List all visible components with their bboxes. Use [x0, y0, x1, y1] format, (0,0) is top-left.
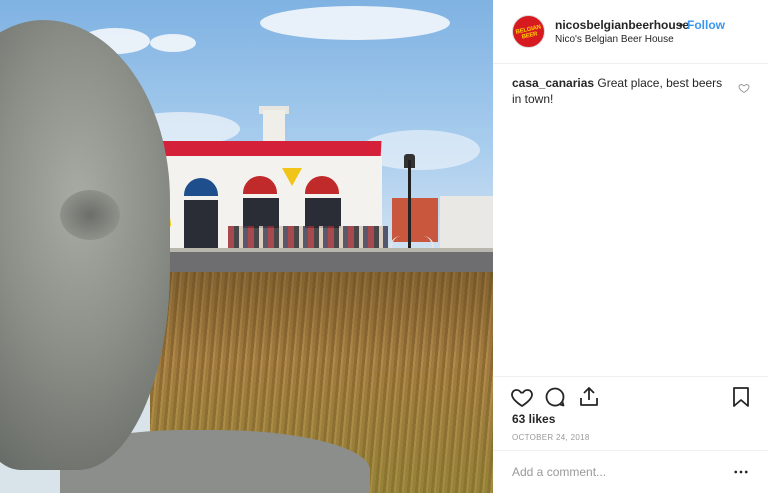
building-door	[243, 198, 279, 228]
post-header: BELGIAN BEER nicosbelgianbeerhouse • Fol…	[493, 0, 768, 64]
comment-input[interactable]	[512, 463, 722, 481]
stone-head-sculpture	[0, 20, 170, 470]
post-date: OCTOBER 24, 2018	[512, 433, 590, 442]
post-photo[interactable]	[0, 0, 493, 493]
bookmark-icon[interactable]	[729, 385, 753, 409]
separator-dot: •	[679, 18, 684, 32]
comment-heart-icon[interactable]	[738, 82, 750, 94]
adjacent-building	[440, 196, 493, 252]
comment-bubble-icon[interactable]	[543, 385, 567, 409]
action-bar	[493, 376, 768, 416]
add-comment-bar	[493, 450, 768, 493]
avatar-logo-text: BELGIAN BEER	[515, 24, 542, 41]
username-link[interactable]: nicosbelgianbeerhouse	[555, 18, 689, 32]
share-icon[interactable]	[577, 385, 601, 409]
comment-author[interactable]: casa_canarias	[512, 76, 594, 90]
location-name[interactable]: Nico's Belgian Beer House	[555, 34, 674, 45]
comment: casa_canarias Great place, best beers in…	[512, 75, 730, 107]
more-options-icon[interactable]	[732, 463, 750, 481]
heart-icon[interactable]	[510, 385, 534, 409]
chimney	[263, 110, 285, 142]
terrace-crowd	[228, 226, 388, 250]
sculpture-eye	[60, 190, 120, 240]
follow-button[interactable]: Follow	[687, 18, 725, 32]
post-sidebar: BELGIAN BEER nicosbelgianbeerhouse • Fol…	[493, 0, 768, 493]
cloud	[260, 6, 450, 40]
likes-count[interactable]: 63 likes	[512, 412, 555, 426]
cloud	[150, 34, 196, 52]
avatar[interactable]: BELGIAN BEER	[512, 15, 545, 48]
building-door	[184, 200, 218, 248]
building-door	[305, 198, 341, 228]
